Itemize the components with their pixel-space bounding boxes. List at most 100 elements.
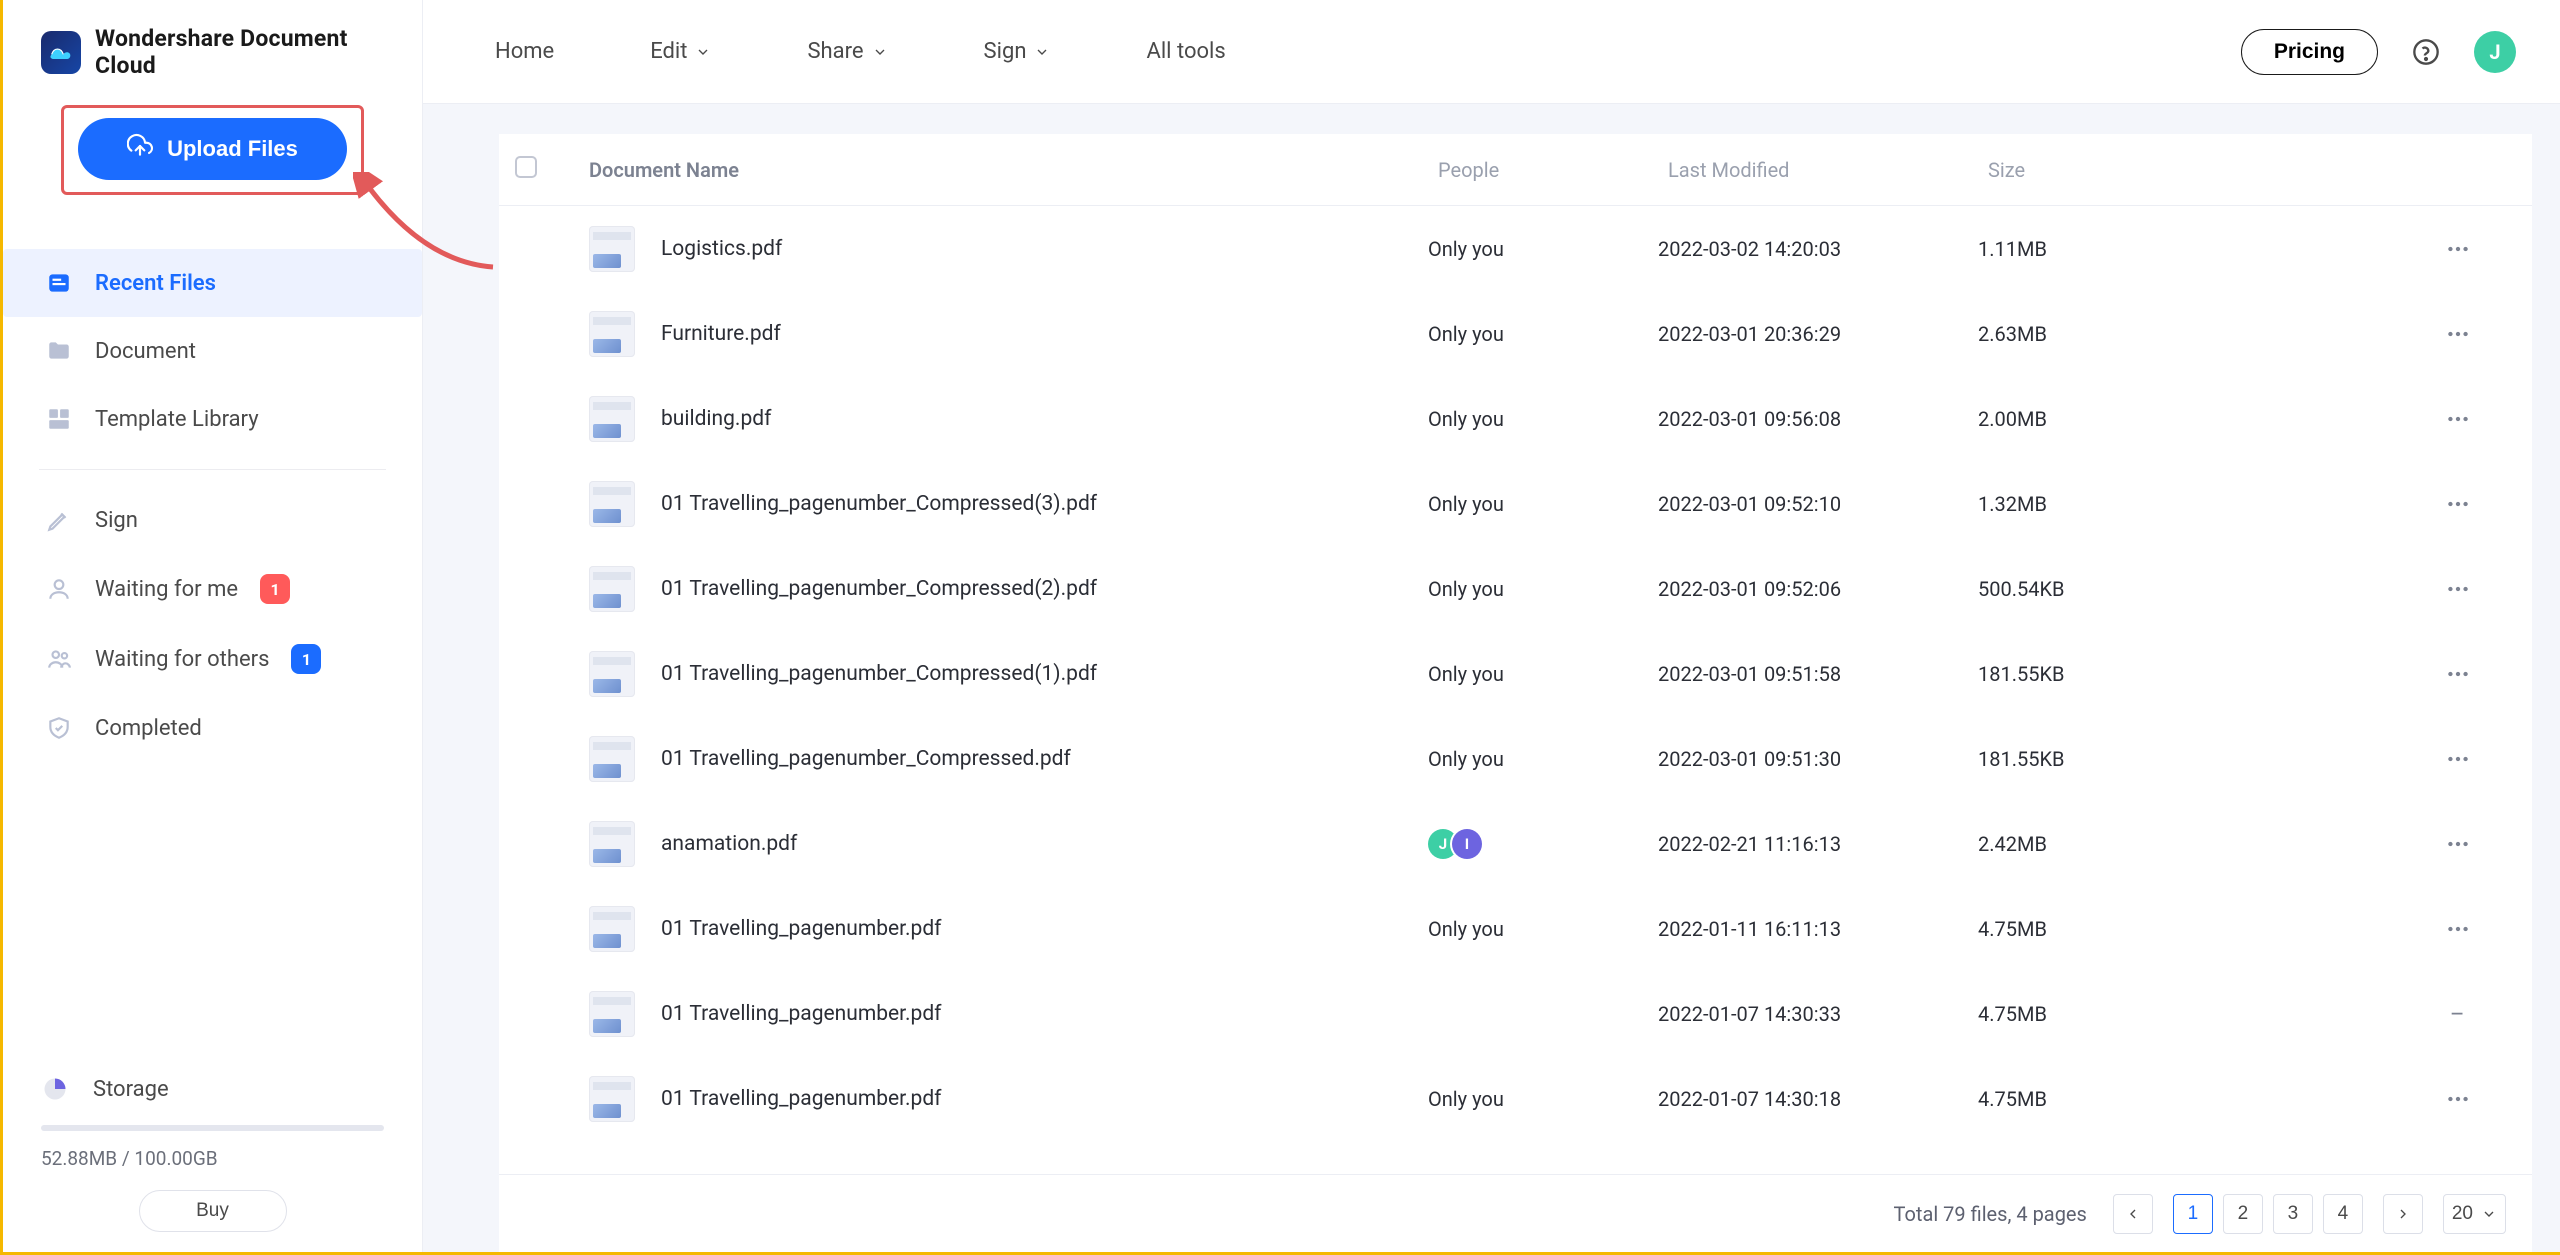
row-more-button[interactable] [2418,236,2498,262]
row-more-button[interactable] [2418,491,2498,517]
table-row[interactable]: 01 Travelling_pagenumber_Compressed(1).p… [499,631,2522,716]
row-more-button[interactable] [2418,321,2498,347]
row-more-button[interactable] [2418,831,2498,857]
sidebar-item-completed[interactable]: Completed [3,694,422,762]
table-row[interactable]: 01 Travelling_pagenumber_Compressed(2).p… [499,546,2522,631]
doc-thumbnail-icon [589,651,635,697]
pricing-button[interactable]: Pricing [2241,29,2378,75]
table-row[interactable]: Logistics.pdfOnly you2022-03-02 14:20:03… [499,206,2522,291]
size-cell: 2.63MB [1978,322,2418,346]
row-more-button[interactable] [2418,916,2498,942]
doc-thumbnail-icon [589,821,635,867]
sidebar-divider [39,469,386,470]
pagination-page-3[interactable]: 3 [2273,1194,2313,1234]
row-more-button[interactable] [2418,661,2498,687]
topnav-edit[interactable]: Edit [650,39,711,64]
sidebar-item-waiting-for-others[interactable]: Waiting for others 1 [3,624,422,694]
doc-cell: 01 Travelling_pagenumber_Compressed(3).p… [589,481,1428,527]
table-row[interactable]: 01 Travelling_pagenumber.pdfOnly you2022… [499,1056,2522,1141]
topnav-share[interactable]: Share [807,39,887,64]
table-body[interactable]: Logistics.pdfOnly you2022-03-02 14:20:03… [499,206,2532,1174]
doc-name[interactable]: anamation.pdf [661,832,797,856]
topbar: Home Edit Share Sign All tools Pricing J [423,0,2560,104]
sidebar-item-label: Template Library [95,407,259,432]
avatar: I [1452,829,1482,859]
pagination-next[interactable] [2383,1194,2423,1234]
modified-cell: 2022-03-01 20:36:29 [1658,322,1978,346]
sidebar-item-label: Completed [95,716,202,741]
topnav: Home Edit Share Sign All tools [495,39,1226,64]
size-cell: 2.00MB [1978,407,2418,431]
size-cell: 181.55KB [1978,747,2418,771]
waiting-for-others-badge: 1 [291,644,321,674]
topnav-sign[interactable]: Sign [984,39,1051,64]
buy-button[interactable]: Buy [139,1190,287,1232]
modified-cell: 2022-03-01 09:52:10 [1658,492,1978,516]
brand: Wondershare Document Cloud [3,0,422,101]
topnav-all-tools[interactable]: All tools [1146,39,1225,64]
user-avatar[interactable]: J [2474,31,2516,73]
modified-cell: 2022-03-01 09:52:06 [1658,577,1978,601]
table-row[interactable]: building.pdf Only you2022-03-01 09:56:082… [499,376,2522,461]
select-all-checkbox[interactable] [515,156,537,178]
doc-name[interactable]: 01 Travelling_pagenumber.pdf [661,1087,942,1111]
pagination-page-4[interactable]: 4 [2323,1194,2363,1234]
sidebar-item-document[interactable]: Document [3,317,422,385]
pagination-pagesize[interactable]: 20 [2443,1194,2506,1234]
sidebar-item-waiting-for-me[interactable]: Waiting for me 1 [3,554,422,624]
storage-bar [41,1125,384,1131]
doc-name[interactable]: 01 Travelling_pagenumber_Compressed(1).p… [661,662,1097,686]
shield-check-icon [45,714,73,742]
table-row[interactable]: 01 Travelling_pagenumber.pdfOnly you2022… [499,886,2522,971]
col-name[interactable]: Document Name [589,158,1438,182]
doc-name[interactable]: 01 Travelling_pagenumber_Compressed(3).p… [661,492,1097,516]
modified-cell: 2022-03-01 09:51:58 [1658,662,1978,686]
modified-cell: 2022-03-01 09:56:08 [1658,407,1978,431]
row-more-button[interactable] [2418,576,2498,602]
table-row[interactable]: anamation.pdfJI2022-02-21 11:16:132.42MB [499,801,2522,886]
doc-name[interactable]: Logistics.pdf [661,237,782,261]
main: Home Edit Share Sign All tools Pricing J… [423,0,2560,1252]
doc-thumbnail-icon [589,1076,635,1122]
pagination-prev[interactable] [2113,1194,2153,1234]
sidebar-item-template-library[interactable]: Template Library [3,385,422,453]
upload-files-button[interactable]: Upload Files [78,118,347,180]
sidebar-item-recent-files[interactable]: Recent Files [3,249,422,317]
people-text: Only you [1428,407,1658,431]
doc-cell: anamation.pdf [589,821,1428,867]
doc-name[interactable]: Furniture.pdf [661,322,781,346]
doc-thumbnail-icon [589,481,635,527]
doc-name[interactable]: 01 Travelling_pagenumber.pdf [661,917,942,941]
pagination-page-2[interactable]: 2 [2223,1194,2263,1234]
waiting-for-me-badge: 1 [260,574,290,604]
col-size[interactable]: Size [1988,158,2428,182]
people-text: Only you [1428,322,1658,346]
doc-name[interactable]: 01 Travelling_pagenumber_Compressed.pdf [661,747,1071,771]
doc-cell: Logistics.pdf [589,226,1428,272]
col-people[interactable]: People [1438,158,1668,182]
table-row[interactable]: Furniture.pdf Only you2022-03-01 20:36:29… [499,291,2522,376]
pagination-page-1[interactable]: 1 [2173,1194,2213,1234]
people-icon [45,645,73,673]
sidebar-item-sign[interactable]: Sign [3,486,422,554]
table-row[interactable]: 01 Travelling_pagenumber_Compressed(3).p… [499,461,2522,546]
row-more-button[interactable] [2418,746,2498,772]
row-more-button[interactable] [2418,406,2498,432]
brand-name: Wondershare Document Cloud [95,25,392,79]
col-modified[interactable]: Last Modified [1668,158,1988,182]
row-more-button[interactable] [2418,1086,2498,1112]
size-cell: 4.75MB [1978,1087,2418,1111]
file-panel: Document Name People Last Modified Size … [499,134,2532,1252]
sidebar-item-label: Document [95,339,196,364]
table-row[interactable]: 01 Travelling_pagenumber.pdf2022-01-07 1… [499,971,2522,1056]
sidebar-item-label: Recent Files [95,271,216,296]
table-row[interactable]: 01 Travelling_pagenumber_Compressed.pdfO… [499,716,2522,801]
help-button[interactable] [2408,34,2444,70]
size-cell: 4.75MB [1978,917,2418,941]
doc-name[interactable]: 01 Travelling_pagenumber.pdf [661,1002,942,1026]
doc-cell: 01 Travelling_pagenumber_Compressed.pdf [589,736,1428,782]
doc-name[interactable]: building.pdf [661,407,771,431]
doc-name[interactable]: 01 Travelling_pagenumber_Compressed(2).p… [661,577,1097,601]
chevron-down-icon [872,44,888,60]
topnav-home[interactable]: Home [495,39,554,64]
